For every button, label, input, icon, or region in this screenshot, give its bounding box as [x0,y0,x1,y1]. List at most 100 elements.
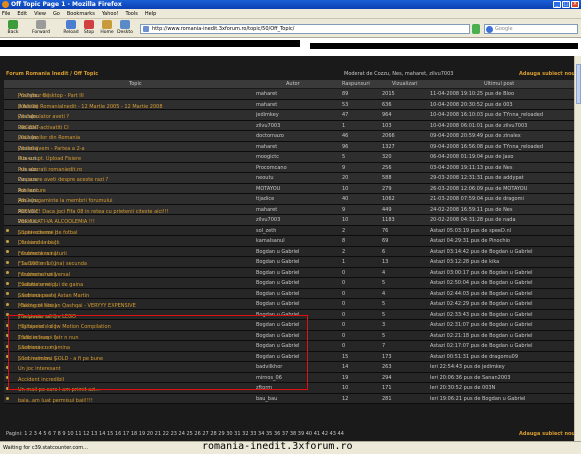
search-input[interactable]: Google [484,24,578,34]
topic-author[interactable]: jedimkey [256,112,279,118]
scrollbar-thumb[interactable] [576,64,581,104]
topic-author[interactable]: Bogdan u Gabriel [256,280,299,286]
menu-yahoo[interactable]: Yahoo! [102,11,119,17]
topic-last-post[interactable]: 06-04-2008 01:19:04 pus de Jaxo [430,154,513,160]
new-topic-link[interactable]: Adauga subiect nou [519,71,575,77]
topic-replies: 0 [342,269,346,276]
topic-last-post[interactable]: 10-04-2008 16:10:03 pus de TYnna_reloade… [430,112,543,118]
topic-last-post[interactable]: 10-04-2008 06:01:01 pus de zilvu7003 [430,123,527,129]
menu-go[interactable]: Go [53,11,60,17]
desktop-button[interactable]: Deskto [114,20,136,37]
topic-last-post[interactable]: Astazi 03:00:17 pus de Bogdan u Gabriel [430,270,533,276]
topic-last-post[interactable]: 03-04-2008 19:11:13 pus de Nes [430,165,513,171]
topic-author[interactable]: bau_bau [256,396,277,402]
topic-author[interactable]: doctornazo [256,133,284,139]
topic-last-post[interactable]: 11-04-2008 19:10:25 pus de Bloo [430,91,514,97]
topic-author[interactable]: maharet [256,102,277,108]
topic-author[interactable]: sol_zeth [256,228,276,234]
topic-pages[interactable]: [ Subiecte noi ] [18,230,56,236]
topic-author[interactable]: moogictc [256,154,279,160]
topic-last-post[interactable]: Astazi 02:44:03 pus de Bogdan u Gabriel [430,291,533,297]
topic-pages[interactable]: [ Subiecte noi ] [18,251,56,257]
topic-last-post[interactable]: 24-02-2008 16:59:11 pus de Nes [430,207,513,213]
topic-last-post[interactable]: 21-03-2008 07:59:04 pus de dragomi [430,196,524,202]
topic-author[interactable]: kamalsanul [256,238,285,244]
back-button[interactable]: Back [2,20,24,37]
topic-author[interactable]: neoutu [256,175,274,181]
pagination-pages[interactable]: Pagini: 1 2 3 4 5 6 7 8 9 10 11 12 13 14… [6,431,344,437]
menu-bookmarks[interactable]: Bookmarks [67,11,95,17]
go-button[interactable] [472,24,480,34]
menu-help[interactable]: Help [145,11,156,17]
topic-last-post[interactable]: 09-04-2008 20:59:49 pus de zinalex [430,133,521,139]
topic-last-post[interactable]: Astazi 02:42:29 pus de Bogdan u Gabriel [430,301,533,307]
topic-author[interactable]: Bogdan u Gabriel [256,259,299,265]
maximize-button[interactable]: □ [562,1,570,8]
topic-author[interactable]: Bogdan u Gabriel [256,291,299,297]
new-topic-link-bottom[interactable]: Adauga subiect nou [519,431,575,437]
topic-author[interactable]: maharet [256,207,277,213]
breadcrumb[interactable]: Forum Romania Inedit / Off Topic [6,71,98,77]
topic-pages[interactable]: [ 1 2 ] [18,135,33,141]
topic-author[interactable]: maharet [256,91,277,97]
topic-pages[interactable]: [ Subiecte noi ] [18,303,56,309]
topic-last-post[interactable]: 29-03-2008 12:31:31 pus de addypat [430,175,524,181]
topic-link[interactable]: URGENT-activatiti CI [18,125,69,131]
topic-last-post[interactable]: 09-04-2008 16:56:08 pus de TYnna_reloade… [430,144,543,150]
topic-link[interactable]: Info aborati romaniedit.ro [18,167,82,173]
topic-author[interactable]: tijadice [256,196,274,202]
topic-link[interactable]: 3 Ani de RomaniaInedit - 12 Martie 2005 … [18,104,163,110]
forward-button[interactable]: Forward [30,20,52,37]
menu-edit[interactable]: Edit [17,11,27,17]
topic-pages[interactable]: [ Subiecte noi ] [18,282,56,288]
topic-author[interactable]: Bogdan u Gabriel [256,301,299,307]
vertical-scrollbar[interactable] [574,56,581,441]
topic-pages[interactable]: [ 1 2 3 ] [18,104,38,110]
topic-last-post[interactable]: Ieri 20:30:52 pus de 003N [430,385,495,391]
topic-author[interactable]: zilvu7003 [256,123,280,129]
topic-author[interactable]: Bogdan u Gabriel [256,270,299,276]
topic-last-post[interactable]: Astazi 03:12:28 pus de kika [430,259,499,265]
topic-author[interactable]: maharet [256,144,277,150]
topic-replies: 2 [342,227,346,234]
topic-last-post[interactable]: Astazi 02:21:18 pus de Bogdan u Gabriel [430,333,533,339]
menu-view[interactable]: View [34,11,46,17]
topic-pages[interactable]: [ Subiecte noi ] [18,240,56,246]
topic-pages[interactable]: [ 1 2 ] [18,114,33,120]
topic-pages[interactable]: [ 1 2 3 ... 6 ] [18,93,49,99]
topic-last-post[interactable]: 10-04-2008 20:30:52 pus de 003 [430,102,513,108]
topic-author[interactable]: MOTAYOU [256,186,280,192]
close-button[interactable]: × [571,1,579,8]
topic-pages[interactable]: [ 1 2 ] [18,198,33,204]
minimize-button[interactable]: _ [553,1,561,8]
topic-link[interactable]: Ce parere aveti despre aceste razi ? [18,177,108,183]
topic-last-post[interactable]: 20-02-2008 04:31:28 pus de nada [430,217,516,223]
topic-author[interactable]: Bogdan u Gabriel [256,249,299,255]
topic-link[interactable]: Site-uri pt. Upload Fisiere [18,156,81,162]
topic-last-post[interactable]: Astazi 04:29:31 pus de Pinochio [430,238,510,244]
topic-last-post[interactable]: Astazi 02:50:04 pus de Bogdan u Gabriel [430,280,533,286]
topic-last-post[interactable]: 26-03-2008 12:06:09 pus de MOTAYOU [430,186,527,192]
topic-link[interactable]: baia..am luat permisul baii!!!! [18,398,93,404]
topic-last-post[interactable]: Astazi 02:17:07 pus de Bogdan u Gabriel [430,343,533,349]
topic-last-post[interactable]: Astazi 02:31:07 pus de Bogdan u Gabriel [430,322,533,328]
topic-pages[interactable]: [ Subiecte noi ] [18,293,56,299]
topic-author[interactable]: Procomcano [256,165,287,171]
topic-last-post[interactable]: Ieri 19:06:21 pus de Bogdan u Gabriel [430,396,525,402]
topic-link[interactable]: ATENTIE! Daca joci Fifa 08 in retea cu p… [18,209,169,215]
topic-pages[interactable]: [ Subiecte noi ] [18,272,56,278]
topic-last-post[interactable]: Ieri 22:54:43 pus de jedimkey [430,364,505,370]
topic-last-post[interactable]: Astazi 02:33:43 pus de Bogdan u Gabriel [430,312,533,318]
topic-last-post[interactable]: Astazi 05:03:19 pus de speeD.nl [430,228,511,234]
topic-author[interactable]: zilvu7003 [256,217,280,223]
menu-file[interactable]: File [2,11,10,17]
topic-last-post[interactable]: Astazi 00:51:31 pus de dragomu09 [430,354,518,360]
topic-pages[interactable]: [ Subiecte noi ] [18,261,56,267]
address-bar[interactable]: http://www.romania-inedit.3xforum.ro/top… [140,24,470,34]
menu-tools[interactable]: Tools [126,11,138,17]
topic-pages[interactable]: [ 1 2 3 ] [18,146,38,152]
topic-last-post[interactable]: Ieri 20:06:36 pus de Sanan2003 [430,375,510,381]
topic-link[interactable]: VERIFICATI-VA ALCOOLEMIA !!! [18,219,95,225]
topic-link[interactable]: Arhitecture [18,188,46,194]
topic-last-post[interactable]: Astazi 03:14:42 pus de Bogdan u Gabriel [430,249,533,255]
